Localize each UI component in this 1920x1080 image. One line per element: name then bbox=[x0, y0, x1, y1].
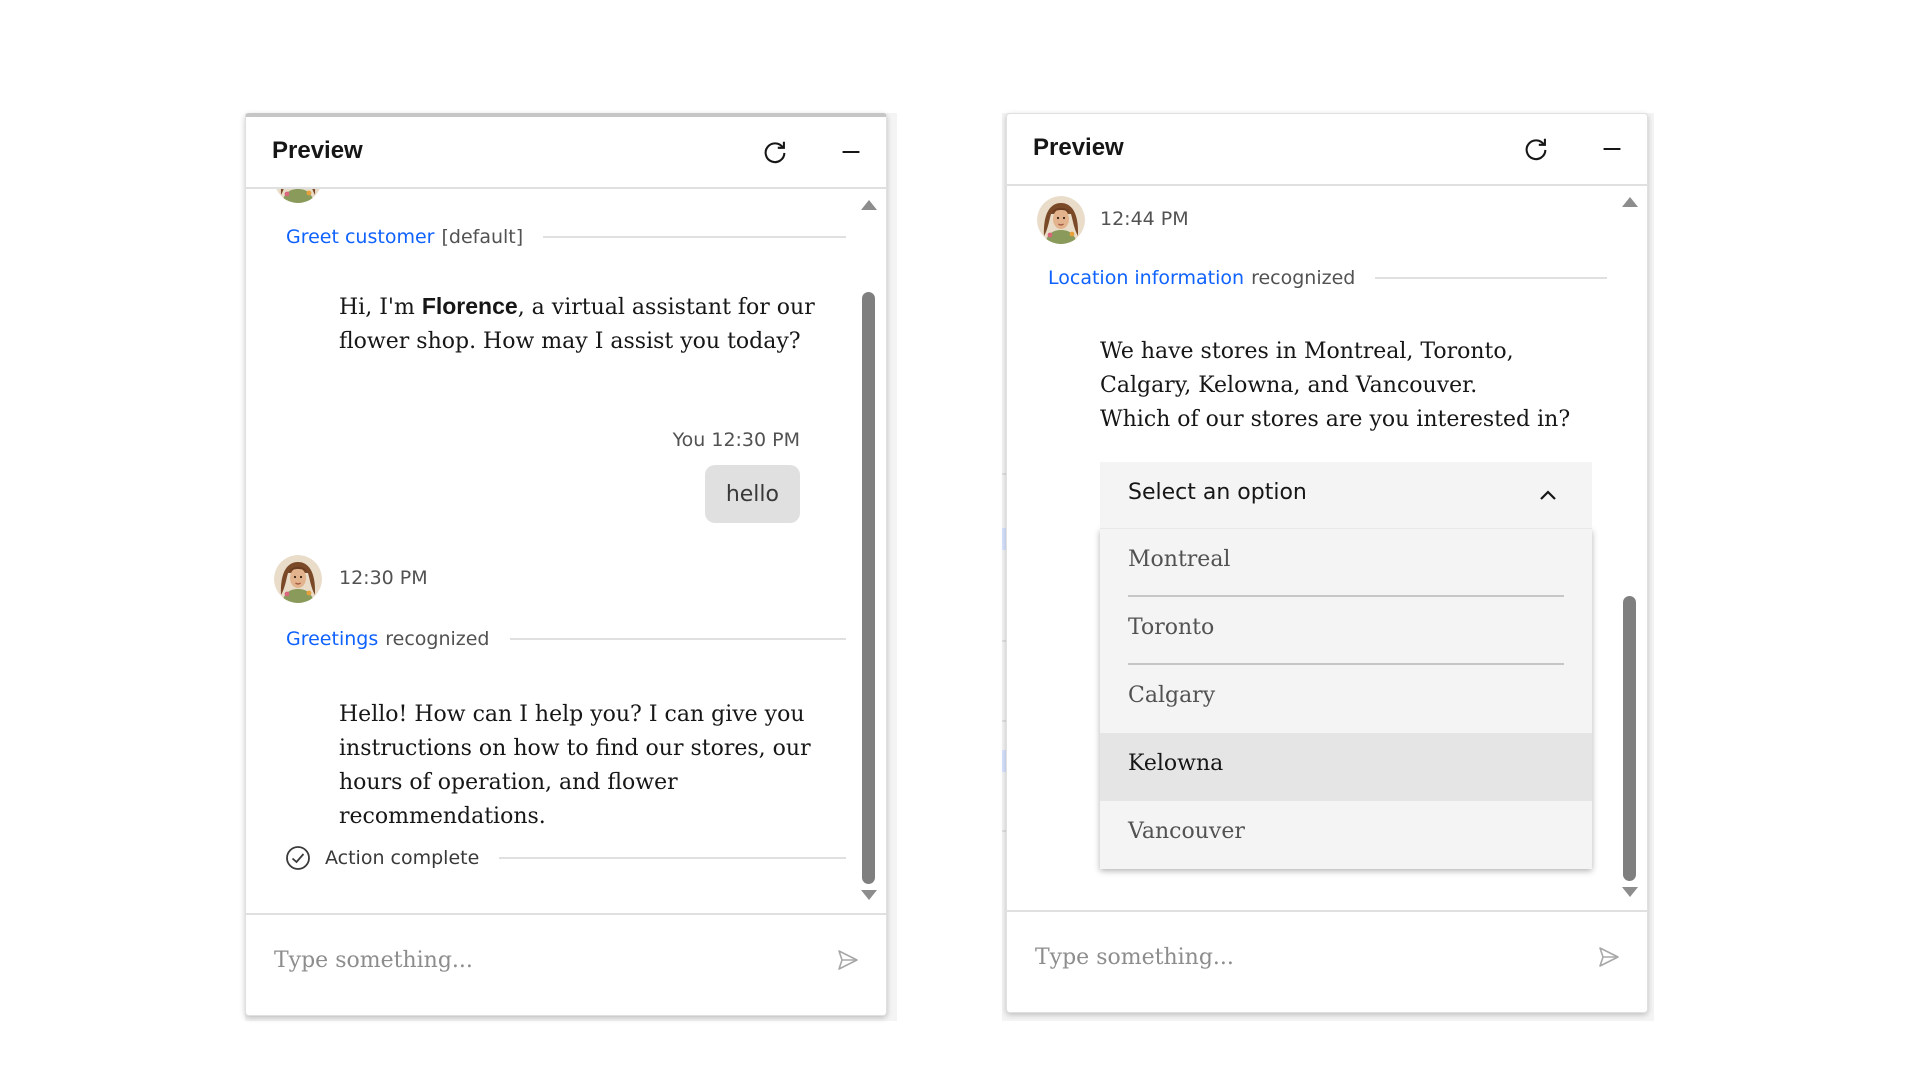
dropdown-label: Select an option bbox=[1128, 480, 1307, 505]
send-button[interactable] bbox=[1597, 945, 1621, 969]
assistant-avatar bbox=[1037, 196, 1085, 244]
assistant-avatar bbox=[274, 555, 322, 603]
dropdown-option-vancouver[interactable]: Vancouver bbox=[1100, 801, 1592, 869]
recognized-label: recognized bbox=[1251, 267, 1356, 289]
panel-header: Preview bbox=[1007, 114, 1647, 186]
minimize-button[interactable] bbox=[836, 137, 866, 167]
divider bbox=[499, 857, 846, 859]
scroll-up-arrow-icon[interactable] bbox=[1621, 194, 1639, 208]
preview-panel-right: Preview 12:44 PM Location information re… bbox=[1006, 113, 1648, 1013]
divider bbox=[509, 638, 846, 640]
right-preview-frame: Preview 12:44 PM Location information re… bbox=[1002, 113, 1654, 1021]
scrollbar-thumb[interactable] bbox=[862, 292, 875, 884]
send-icon bbox=[1597, 945, 1621, 969]
assistant-avatar-icon bbox=[274, 189, 322, 203]
dropdown-menu: Montreal Toronto Calgary Kelowna Vancouv… bbox=[1100, 529, 1592, 869]
scrollbar[interactable] bbox=[852, 189, 886, 913]
message-area[interactable]: Greet customer [default] Hi, I'm Florenc… bbox=[246, 189, 886, 913]
message-input[interactable] bbox=[1033, 938, 1557, 976]
assistant-avatar bbox=[274, 189, 322, 203]
assistant-message: We have stores in Montreal, Toronto, Cal… bbox=[1100, 335, 1610, 437]
option-label: Vancouver bbox=[1128, 819, 1245, 844]
refresh-button[interactable] bbox=[1521, 134, 1551, 164]
divider bbox=[1375, 277, 1607, 279]
message-list: Greet customer [default] Hi, I'm Florenc… bbox=[246, 189, 852, 913]
scrollbar[interactable] bbox=[1613, 186, 1647, 910]
user-message-meta: You 12:30 PM bbox=[672, 429, 800, 451]
action-complete-status: Action complete bbox=[285, 843, 846, 873]
intent-link[interactable]: Greetings bbox=[286, 628, 378, 650]
message-list: 12:44 PM Location information recognized… bbox=[1007, 186, 1613, 910]
user-message-bubble: hello bbox=[704, 465, 800, 523]
panel-title: Preview bbox=[1033, 134, 1124, 161]
refresh-icon bbox=[1521, 134, 1551, 164]
intent-recognized-status: Greetings recognized bbox=[286, 625, 846, 653]
scrollbar-thumb[interactable] bbox=[1623, 596, 1636, 881]
refresh-button[interactable] bbox=[760, 137, 790, 167]
dropdown-option-calgary[interactable]: Calgary bbox=[1100, 665, 1592, 733]
greet-customer-status: Greet customer [default] bbox=[286, 223, 846, 251]
preview-panel-left: Preview Greet customer [default] Hi, I'm… bbox=[245, 113, 887, 1016]
dropdown-option-kelowna[interactable]: Kelowna bbox=[1100, 733, 1592, 801]
scroll-down-arrow-icon[interactable] bbox=[860, 889, 878, 903]
user-message-text: hello bbox=[725, 481, 779, 507]
assistant-avatar-icon bbox=[274, 555, 322, 603]
message-area[interactable]: 12:44 PM Location information recognized… bbox=[1007, 186, 1647, 910]
assistant-name: Florence bbox=[421, 293, 518, 319]
divider bbox=[543, 236, 846, 238]
recognized-label: recognized bbox=[385, 628, 490, 650]
left-preview-frame: Preview Greet customer [default] Hi, I'm… bbox=[245, 113, 897, 1021]
option-label: Toronto bbox=[1128, 615, 1215, 640]
minimize-icon bbox=[1597, 134, 1627, 164]
assistant-avatar-icon bbox=[1037, 196, 1085, 244]
message-time: 12:44 PM bbox=[1100, 208, 1189, 230]
message-input[interactable] bbox=[272, 941, 796, 979]
action-complete-label: Action complete bbox=[325, 847, 480, 869]
option-label: Calgary bbox=[1128, 683, 1216, 708]
send-button[interactable] bbox=[836, 948, 860, 972]
location-dropdown: Select an option Montreal Toronto Calgar… bbox=[1100, 462, 1592, 869]
option-label: Montreal bbox=[1128, 547, 1231, 572]
message-text: We have stores in Montreal, Toronto, Cal… bbox=[1100, 339, 1514, 398]
scroll-down-arrow-icon[interactable] bbox=[1621, 886, 1639, 900]
message-composer bbox=[246, 913, 886, 1015]
checkmark-circle-icon bbox=[285, 845, 311, 871]
dropdown-option-montreal[interactable]: Montreal bbox=[1100, 529, 1592, 597]
intent-link[interactable]: Location information bbox=[1048, 267, 1244, 289]
minimize-icon bbox=[836, 137, 866, 167]
scroll-up-arrow-icon[interactable] bbox=[860, 197, 878, 211]
minimize-button[interactable] bbox=[1597, 134, 1627, 164]
refresh-icon bbox=[760, 137, 790, 167]
dropdown-option-toronto[interactable]: Toronto bbox=[1100, 597, 1592, 665]
assistant-message: Hello! How can I help you? I can give yo… bbox=[339, 698, 829, 834]
message-text: Hello! How can I help you? I can give yo… bbox=[339, 702, 811, 829]
chevron-up-icon bbox=[1538, 486, 1558, 504]
intent-recognized-status: Location information recognized bbox=[1048, 264, 1607, 292]
send-icon bbox=[836, 948, 860, 972]
message-text: Which of our stores are you interested i… bbox=[1100, 407, 1571, 432]
message-text: Hi, I'm bbox=[339, 295, 422, 320]
panel-header: Preview bbox=[246, 117, 886, 189]
message-composer bbox=[1007, 910, 1647, 1012]
dropdown-field[interactable]: Select an option bbox=[1100, 462, 1592, 529]
default-tag: [default] bbox=[441, 226, 524, 248]
panel-title: Preview bbox=[272, 137, 363, 164]
greet-customer-link[interactable]: Greet customer bbox=[286, 226, 434, 248]
assistant-message: Hi, I'm Florence, a virtual assistant fo… bbox=[339, 289, 819, 359]
message-time: 12:30 PM bbox=[339, 567, 428, 589]
option-label: Kelowna bbox=[1128, 751, 1224, 776]
